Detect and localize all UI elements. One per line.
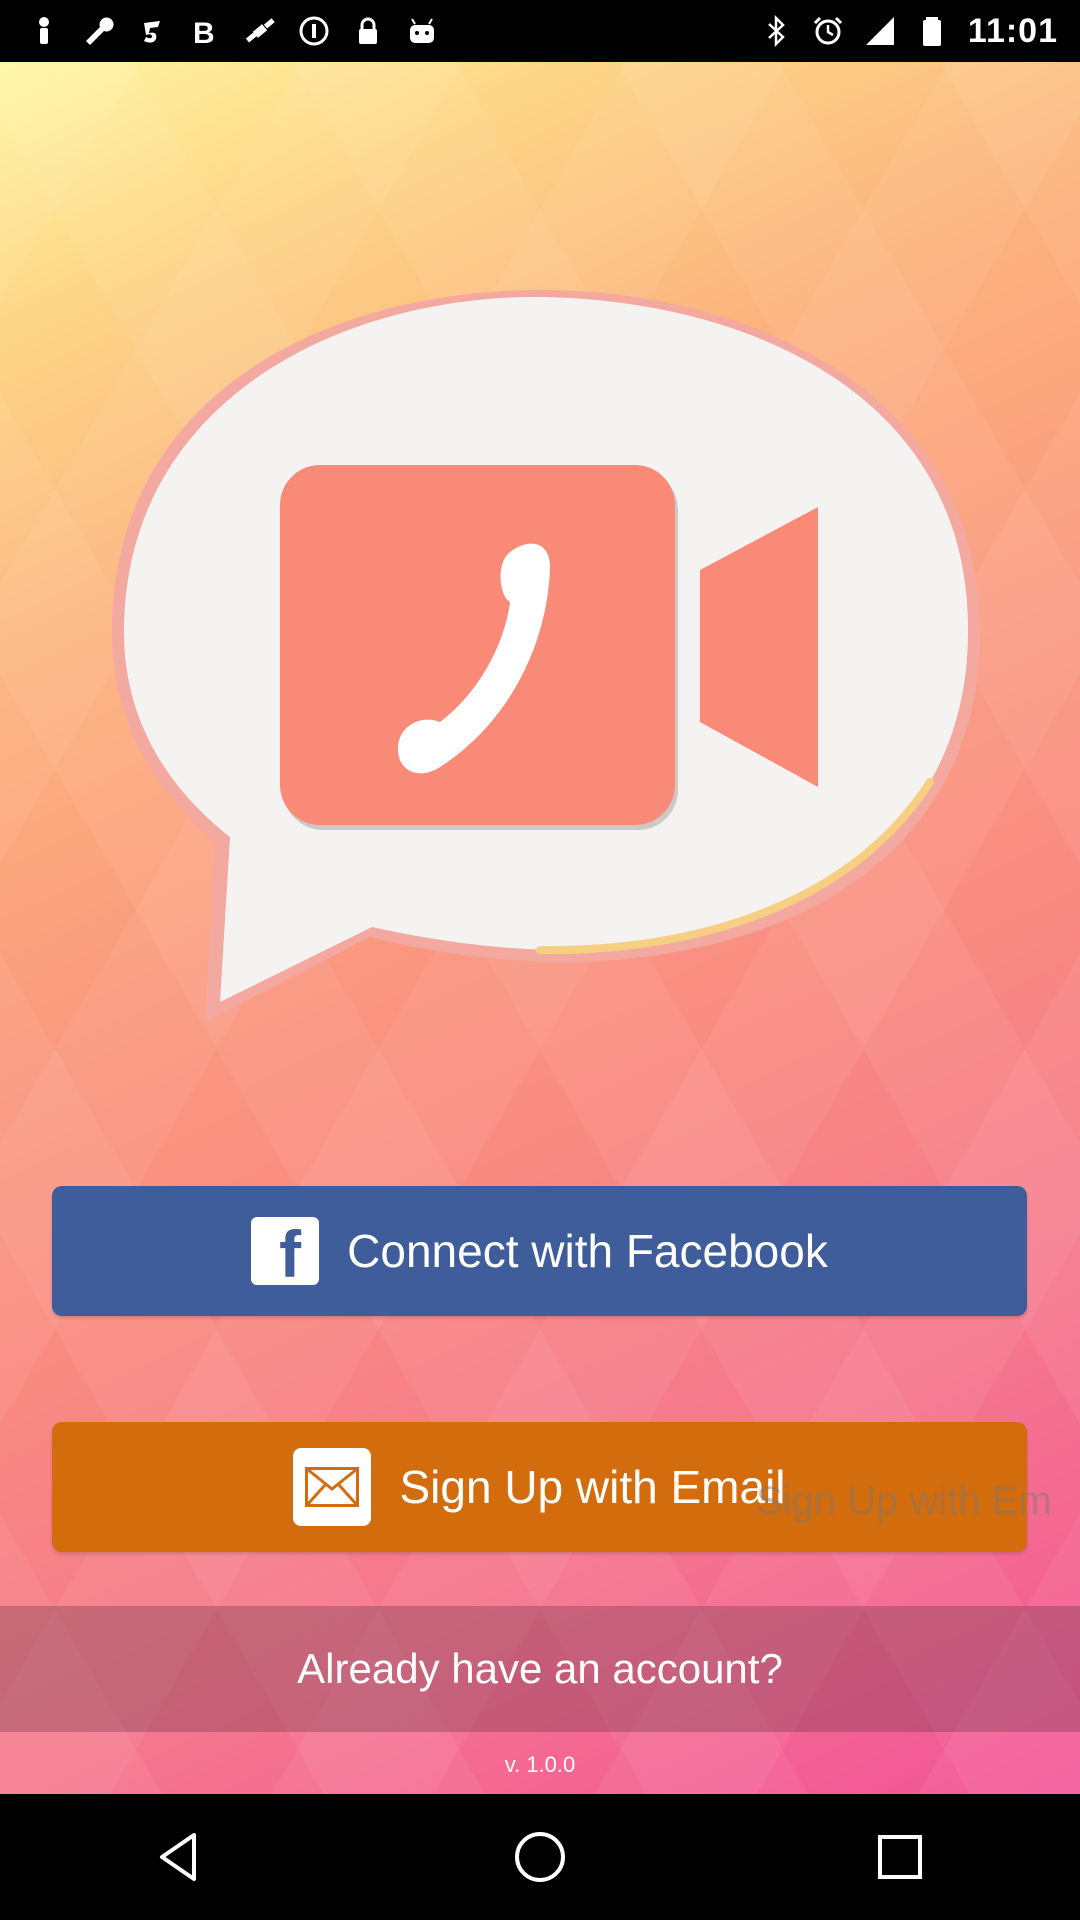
home-button[interactable]	[480, 1797, 600, 1917]
connect-facebook-button[interactable]: f Connect with Facebook	[52, 1186, 1027, 1316]
battery-icon	[916, 13, 948, 49]
notification-icon	[28, 13, 60, 49]
sign-up-email-ghost-label: Sign Up with Em	[756, 1479, 1052, 1523]
signal-icon	[864, 13, 896, 49]
back-button[interactable]	[120, 1797, 240, 1917]
svg-text:B: B	[193, 17, 215, 47]
back-triangle-icon	[160, 1833, 196, 1881]
video-call-icon	[112, 290, 980, 1022]
connect-facebook-label: Connect with Facebook	[347, 1225, 828, 1277]
recents-button[interactable]	[840, 1797, 960, 1917]
android-icon	[406, 13, 438, 49]
status-bar-system: 11:01	[760, 8, 1058, 54]
navigation-bar	[0, 1794, 1080, 1920]
home-circle-icon	[515, 1832, 565, 1882]
info-icon	[298, 13, 330, 49]
bluetooth-icon	[760, 13, 792, 49]
sign-up-email-label: Sign Up with Email	[399, 1461, 786, 1513]
already-have-account-label: Already have an account?	[297, 1645, 783, 1692]
wrench-icon	[82, 13, 114, 49]
welcome-screen: f Connect with Facebook Sign Up with Ema…	[0, 62, 1080, 1794]
status-bar-notifications: B	[28, 8, 438, 54]
fake-gps-icon	[244, 13, 276, 49]
app-logo	[100, 222, 980, 1022]
recents-square-icon	[878, 1835, 922, 1879]
bold-b-icon: B	[190, 13, 222, 49]
app-version: v. 1.0.0	[504, 1752, 576, 1777]
lock-icon	[352, 13, 384, 49]
alarm-icon	[812, 13, 844, 49]
music-icon	[136, 13, 168, 49]
status-clock: 11:01	[967, 11, 1058, 50]
envelope-icon	[293, 1448, 372, 1526]
already-have-account-link[interactable]: Already have an account?	[0, 1606, 1080, 1732]
status-bar: B 11:01	[0, 0, 1080, 62]
facebook-icon: f	[251, 1217, 320, 1288]
